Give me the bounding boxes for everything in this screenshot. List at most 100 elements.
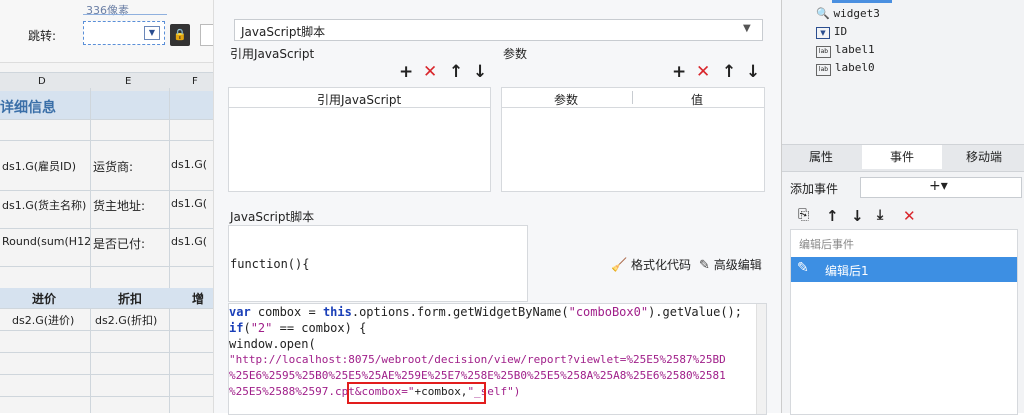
lower-cell-2[interactable]: ds2.G(折扣) [95,312,157,328]
move-down-icon[interactable]: ↓ [851,207,864,225]
tab-events[interactable]: 事件 [862,145,942,169]
format-code-button[interactable]: 🧹 格式化代码 [611,256,691,273]
gridline [0,330,213,331]
tree-label: label1 [834,43,875,56]
cell-d-row3[interactable]: Round(sum(H12 [2,235,91,248]
event-item-after-edit[interactable]: ✎ 编辑后1 [791,257,1017,282]
broom-icon: 🧹 [611,258,628,273]
function-signature: function(){ [230,257,310,271]
gridline [0,266,213,267]
ref-js-table[interactable]: 引用JavaScript [228,87,491,192]
tab-mobile[interactable]: 移动端 [944,145,1024,169]
code-token: combox = [250,305,323,319]
add-event-label: 添加事件 [790,182,839,196]
format-code-label: 格式化代码 [631,258,692,272]
add-param-icon[interactable]: + [672,62,686,82]
code-token: ).getValue(); [648,305,742,319]
add-event-dropdown[interactable]: +▾ [860,177,1022,198]
code-token: ( [243,321,251,335]
function-sig-box: function(){ [228,225,528,302]
advanced-edit-button[interactable]: ✎ 高级编辑 [699,256,762,273]
tree-label: ID [833,25,848,38]
report-designer: 336像素 跳转: ▼ 🔒 D E F 详细信息 ds1.G(雇员ID) 运货商… [0,0,213,413]
gridline [0,374,213,375]
type-select[interactable]: JavaScript脚本 ▼ [234,19,763,41]
cell-e-row3[interactable]: 是否已付: [93,235,145,252]
code-scrollbar[interactable] [756,304,766,414]
gridline [0,190,213,191]
param-column[interactable]: 参数 [554,91,578,108]
event-item-label: 编辑后1 [825,264,869,278]
gridline [0,352,213,353]
param-table-header: 参数 值 [502,88,764,108]
code-line-1: var combox = this.options.form.getWidget… [229,305,742,319]
tree-label: widget3 [833,7,880,20]
lower-header-3[interactable]: 增 [192,290,204,307]
value-column[interactable]: 值 [691,91,703,108]
jump-label: 跳转: [28,29,57,43]
move-up-icon[interactable]: ↑ [826,207,839,225]
code-line-4: "http://localhost:8075/webroot/decision/… [229,353,726,366]
lock-icon[interactable]: 🔒 [170,24,190,46]
right-panel: 🔍 widget3 ▼ ID lab label1 lab label0 属性 … [781,0,1024,415]
move-up-param-icon[interactable]: ↑ [722,62,736,82]
code-token: == combox) { [272,321,367,335]
cell-e-row1[interactable]: 运货商: [93,158,133,175]
delete-ref-icon[interactable]: ✕ [423,62,437,82]
toolbar-box[interactable] [200,24,213,46]
gridline [90,88,91,413]
param-table[interactable]: 参数 值 [501,87,765,192]
code-line-3: window.open( [229,337,316,351]
edit-icon: ✎ [699,258,710,273]
move-down-ref-icon[interactable]: ↓ [473,62,487,82]
type-select-value: JavaScript脚本 [241,25,326,39]
code-token: if [229,321,244,335]
tree-item-label1[interactable]: lab label1 [816,42,875,58]
cell-d-row2[interactable]: ds1.G(货主名称) [2,197,86,213]
section-title: 详细信息 [0,100,56,116]
size-guide [83,14,167,15]
lower-header-2[interactable]: 折扣 [118,290,142,307]
combo-arrow-icon[interactable]: ▼ [144,26,160,40]
tab-properties[interactable]: 属性 [782,145,860,169]
ref-js-column[interactable]: 引用JavaScript [317,91,401,108]
tree-item-id[interactable]: ▼ ID [816,24,847,39]
delete-event-icon[interactable]: ✕ [903,207,916,225]
cell-d-row1[interactable]: ds1.G(雇员ID) [2,158,76,174]
advanced-edit-label: 高级编辑 [713,258,762,272]
col-header-e[interactable]: E [125,76,131,87]
move-bottom-icon[interactable]: ⤓ [877,207,883,223]
add-event-icon[interactable]: +▾ [929,178,948,194]
highlight-box [347,382,486,404]
js-event-dialog: JavaScript脚本 ▼ 引用JavaScript 参数 + ✕ ↑ ↓ +… [213,0,782,415]
delete-param-icon[interactable]: ✕ [696,62,710,82]
gridline [0,396,213,397]
tree-item-label0[interactable]: lab label0 [816,60,875,76]
tree-item-widget3[interactable]: 🔍 widget3 [816,6,880,20]
chevron-down-icon[interactable]: ▼ [743,23,751,34]
col-header-d[interactable]: D [38,76,46,87]
gridline [0,308,213,309]
combo-widget-icon: ▼ [816,27,830,39]
col-header-f[interactable]: F [192,76,198,87]
add-ref-icon[interactable]: + [399,62,413,82]
code-editor[interactable]: var combox = this.options.form.getWidget… [228,303,767,415]
cell-f-row2[interactable]: ds1.G( [171,197,207,210]
cell-e-row2[interactable]: 货主地址: [93,197,145,214]
code-line-2: if("2" == combox) { [229,321,366,335]
code-token: this [322,305,352,319]
cell-f-row1[interactable]: ds1.G( [171,158,207,171]
lower-cell-1[interactable]: ds2.G(进价) [12,312,74,328]
ref-js-label: 引用JavaScript [230,47,315,61]
code-token: var [229,305,251,319]
column-header-row: D E F [0,72,213,92]
label-widget-icon: lab [816,64,831,76]
jump-combo[interactable]: ▼ [83,21,165,45]
move-down-param-icon[interactable]: ↓ [746,62,760,82]
lower-header-1[interactable]: 进价 [32,290,56,307]
copy-icon[interactable]: ⎘ [798,207,809,223]
tree-label: label0 [834,61,875,74]
column-divider [632,91,633,104]
move-up-ref-icon[interactable]: ↑ [449,62,463,82]
cell-f-row3[interactable]: ds1.G( [171,235,207,248]
